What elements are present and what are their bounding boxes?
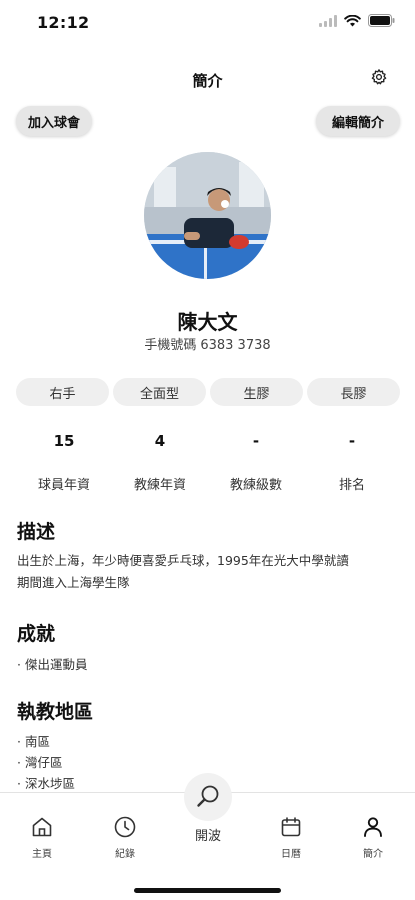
player-tags: 右手 全面型 生膠 長膠 <box>16 378 400 406</box>
tab-bar: 主頁 紀錄 開波 日曆 簡介 <box>0 773 415 900</box>
person-icon <box>364 817 382 837</box>
stat-value: - <box>252 432 260 450</box>
stats-row: 15 球員年資 4 教練年資 - 教練級數 - 排名 <box>16 428 400 493</box>
status-icons <box>319 14 395 27</box>
stat-label: 排名 <box>338 478 365 493</box>
home-icon <box>32 817 52 837</box>
tab-records-label: 紀錄 <box>115 849 135 860</box>
settings-button[interactable] <box>367 65 391 89</box>
tab-home[interactable]: 主頁 <box>12 815 72 860</box>
stat-value: 4 <box>154 432 166 450</box>
status-time: 12:12 <box>37 13 90 32</box>
achievement-item: · 傑出運動員 <box>17 657 88 672</box>
stat-label: 教練級數 <box>229 478 282 493</box>
page-title: 簡介 <box>192 72 223 90</box>
edit-profile-button[interactable]: 編輯簡介 <box>316 106 400 136</box>
tag-forehand-rubber: 生膠 <box>210 378 303 406</box>
battery-icon <box>368 14 395 27</box>
stat-coach-years: 4 教練年資 <box>112 428 208 493</box>
description-line-1: 出生於上海，年少時便喜愛乒乓球，1995年在光大中學就讀 <box>17 553 349 568</box>
tab-home-label: 主頁 <box>32 849 52 860</box>
description-title: 描述 <box>17 521 56 543</box>
tab-profile-label: 簡介 <box>363 849 383 860</box>
area-item: · 深水埗區 <box>17 776 75 791</box>
start-match-button[interactable] <box>184 773 232 821</box>
join-club-button[interactable]: 加入球會 <box>16 106 92 136</box>
tab-profile[interactable]: 簡介 <box>343 815 403 860</box>
start-match-label: 開波 <box>194 829 221 844</box>
wifi-icon <box>344 14 361 26</box>
tag-backhand-rubber: 長膠 <box>307 378 400 406</box>
phone-number: 6383 3738 <box>200 338 271 353</box>
stat-coach-level: - 教練級數 <box>208 428 304 493</box>
phone-row: 手機號碼 6383 3738 <box>0 334 415 353</box>
avatar-photo <box>144 152 271 279</box>
calendar-icon <box>281 817 301 837</box>
tag-play-style: 全面型 <box>113 378 206 406</box>
description-line-2: 期間進入上海學生隊 <box>17 575 130 590</box>
tab-records[interactable]: 紀錄 <box>95 815 155 860</box>
paddle-search-icon <box>197 785 219 807</box>
area-item: · 灣仔區 <box>17 755 63 770</box>
area-item: · 南區 <box>17 734 50 749</box>
home-indicator <box>134 888 281 893</box>
phone-label: 手機號碼 <box>144 338 197 353</box>
header: 簡介 <box>0 62 415 96</box>
stat-ranking: - 排名 <box>304 428 400 493</box>
stat-value: 15 <box>53 432 75 450</box>
stat-player-years: 15 球員年資 <box>16 428 112 493</box>
coaching-areas-title: 執教地區 <box>17 701 94 723</box>
avatar <box>144 152 271 279</box>
stat-label: 教練年資 <box>133 478 186 493</box>
stat-label: 球員年資 <box>37 478 90 493</box>
gear-icon <box>371 69 387 85</box>
tab-calendar-label: 日曆 <box>281 849 301 860</box>
cellular-signal-icon <box>319 14 337 27</box>
clock-icon <box>114 816 136 838</box>
stat-value: - <box>348 432 356 450</box>
profile-name: 陳大文 <box>177 310 238 334</box>
tag-handedness: 右手 <box>16 378 109 406</box>
achievements-title: 成就 <box>17 623 56 645</box>
status-bar: 12:12 <box>0 0 415 46</box>
tab-calendar[interactable]: 日曆 <box>261 815 321 860</box>
